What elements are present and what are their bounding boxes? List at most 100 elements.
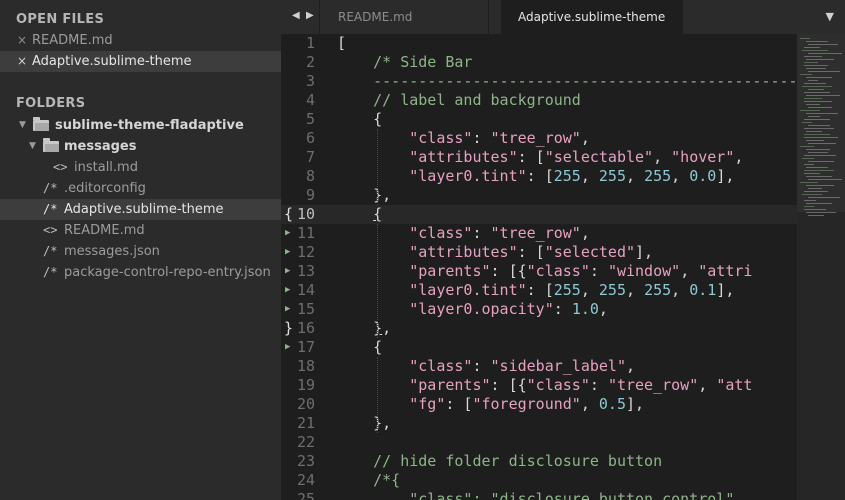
token: :: [589, 376, 608, 394]
minimap-line: [804, 128, 834, 129]
disclosure-open-icon[interactable]: ▼: [29, 136, 36, 157]
token: "hover": [671, 148, 735, 166]
minimap-line: [804, 98, 822, 99]
token: "class": [409, 129, 473, 147]
token: ,: [580, 224, 590, 242]
code-line[interactable]: 19 "parents": [{"class": "tree_row", "at…: [281, 376, 797, 395]
token: :: [472, 357, 491, 375]
folders-heading: FOLDERS: [16, 96, 86, 111]
file-label: package-control-repo-entry.json: [64, 265, 271, 280]
code-line[interactable]: {10 {: [281, 205, 797, 224]
code-line[interactable]: ▶ 11 "class": "tree_row",: [281, 224, 797, 243]
file-messages-json[interactable]: /* messages.json: [0, 241, 281, 262]
line-number: 9: [305, 186, 315, 204]
code-line[interactable]: ▶ 17 {: [281, 338, 797, 357]
minimap-line: [806, 41, 828, 42]
open-file-adaptive-theme[interactable]: × Adaptive.sublime-theme: [0, 51, 281, 72]
minimap-line: [806, 176, 832, 177]
minimap-line: [804, 206, 814, 207]
token: 0.5: [598, 395, 626, 413]
file-install-md[interactable]: <> install.md: [0, 157, 281, 178]
close-icon[interactable]: ×: [17, 51, 27, 72]
tab-adaptive-theme[interactable]: Adaptive.sublime-theme: [501, 0, 683, 34]
token: :: [472, 129, 491, 147]
token: {: [337, 338, 383, 356]
code-line[interactable]: 9 },: [281, 186, 797, 205]
code-text: ----------------------------------------…: [337, 72, 797, 91]
code-line[interactable]: 7 "attributes": ["selectable", "hover",: [281, 148, 797, 167]
code-line[interactable]: ▶ 15 "layer0.opacity": 1.0,: [281, 300, 797, 319]
minimap-line: [804, 47, 820, 48]
code-line[interactable]: 5 {: [281, 110, 797, 129]
file-adaptive-theme[interactable]: /* Adaptive.sublime-theme: [0, 199, 281, 220]
arrow-left-icon[interactable]: ◀: [292, 10, 300, 21]
token: "sidebar_label": [490, 357, 626, 375]
code-line[interactable]: ▶ 12 "attributes": ["selected"],: [281, 243, 797, 262]
code-line[interactable]: 21 },: [281, 414, 797, 433]
token: "layer0.tint": [409, 281, 527, 299]
code-line[interactable]: 22: [281, 433, 797, 452]
token: // hide folder disclosure button: [373, 452, 663, 470]
code-line[interactable]: 24 /*{: [281, 471, 797, 490]
code-line[interactable]: 25 "class": "disclosure_button_control",: [281, 490, 797, 500]
file-readme[interactable]: <> README.md: [0, 220, 281, 241]
code-line[interactable]: 4 // label and background: [281, 91, 797, 110]
token: ,: [580, 395, 599, 413]
chevron-down-icon[interactable]: ▼: [826, 10, 834, 23]
line-number: 4: [305, 91, 315, 109]
indent-guide: [377, 129, 378, 205]
disclosure-open-icon[interactable]: ▼: [19, 115, 26, 136]
token: "layer0.tint": [409, 167, 527, 185]
code-line[interactable]: 2 /* Side Bar: [281, 53, 797, 72]
minimap-line: [804, 56, 822, 57]
file-package-control-repo-entry[interactable]: /* package-control-repo-entry.json: [0, 262, 281, 283]
code-text: // label and background: [337, 91, 581, 110]
code-file-icon: /*: [43, 265, 58, 279]
file-editorconfig[interactable]: /* .editorconfig: [0, 178, 281, 199]
code-line[interactable]: ▶ 13 "parents": [{"class": "window", "att…: [281, 262, 797, 281]
minimap-line: [808, 44, 838, 45]
minimap-line: [808, 197, 840, 198]
token: ,: [698, 376, 717, 394]
minimap-line: [802, 158, 814, 159]
minimap-line: [808, 80, 818, 81]
code-line[interactable]: ▶ 14 "layer0.tint": [255, 255, 255, 0.1],: [281, 281, 797, 300]
code-line[interactable]: 23 // hide folder disclosure button: [281, 452, 797, 471]
minimap[interactable]: [797, 34, 845, 500]
code-text: },: [337, 414, 391, 433]
code-line[interactable]: 1[: [281, 34, 797, 53]
file-label: Adaptive.sublime-theme: [64, 202, 224, 217]
code-editor[interactable]: 1[2 /* Side Bar 3 -----------------------…: [281, 34, 797, 500]
minimap-line: [804, 164, 814, 165]
open-file-readme[interactable]: × README.md: [0, 30, 281, 51]
folder-root[interactable]: ▼ sublime-theme-fladaptive: [0, 115, 281, 136]
arrow-right-icon[interactable]: ▶: [306, 10, 314, 21]
close-icon[interactable]: ×: [17, 30, 27, 51]
code-line[interactable]: } 16 },: [281, 319, 797, 338]
code-line[interactable]: 20 "fg": ["foreground", 0.5],: [281, 395, 797, 414]
token: "tree_row": [490, 129, 581, 147]
minimap-line: [802, 86, 832, 87]
token: // label and background: [373, 91, 581, 109]
token: : [: [445, 395, 473, 413]
folder-messages[interactable]: ▼ messages: [0, 136, 281, 157]
code-line[interactable]: 18 "class": "sidebar_label",: [281, 357, 797, 376]
token: {: [373, 205, 383, 223]
code-file-icon: /*: [43, 202, 58, 216]
code-text: {: [337, 338, 382, 357]
minimap-line: [802, 50, 828, 51]
minimap-line: [804, 137, 838, 138]
line-number: 15: [296, 300, 315, 318]
token: "class": [409, 357, 473, 375]
code-text: "attributes": ["selected"],: [337, 243, 653, 262]
tab-readme[interactable]: README.md: [319, 0, 489, 34]
code-line[interactable]: 8 "layer0.tint": [255, 255, 255, 0.0],: [281, 167, 797, 186]
line-number: 13: [296, 262, 315, 280]
code-line[interactable]: 6 "class": "tree_row",: [281, 129, 797, 148]
code-line[interactable]: 3 --------------------------------------…: [281, 72, 797, 91]
